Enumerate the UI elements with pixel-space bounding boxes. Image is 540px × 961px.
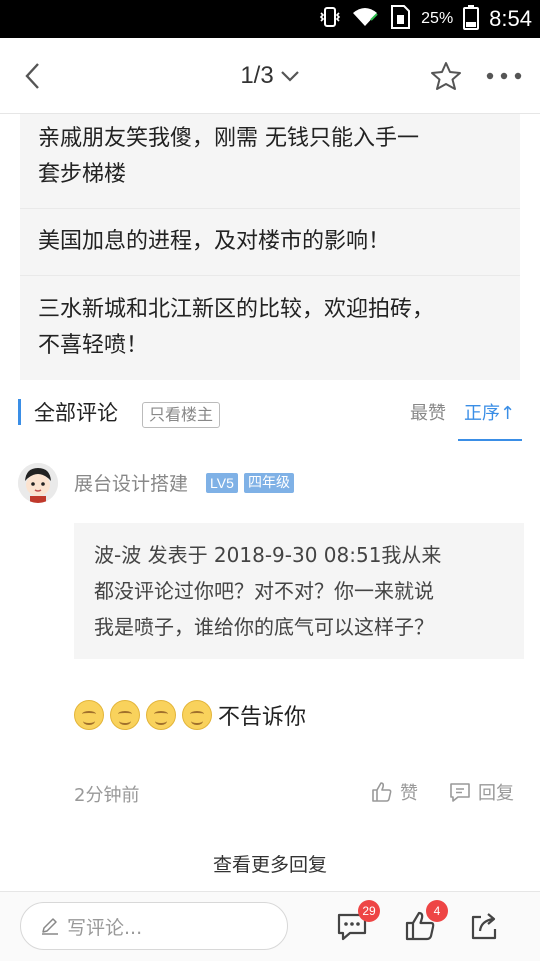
level-badge: LV5 <box>206 473 238 493</box>
quote-line: 我是喷子，谁给你的底气可以这样子？ <box>94 615 434 639</box>
related-post-title-line1: 三水新城和北江新区的比较，欢迎拍砖， <box>38 297 435 322</box>
related-post-title-line1: 亲戚朋友笑我傻，刚需 无钱只能入手一 <box>38 126 419 151</box>
write-comment-input[interactable]: 写评论... <box>20 902 288 950</box>
comment-count-badge: 29 <box>358 900 380 922</box>
wifi-icon <box>351 6 379 32</box>
related-post-item[interactable]: 美国加息的进程，及对楼市的影响！ <box>20 209 520 276</box>
page-indicator: 1/3 <box>240 61 274 89</box>
like-button[interactable]: 赞 <box>370 779 418 805</box>
battery-percent: 25% <box>421 10 454 27</box>
related-post-title-line1: 美国加息的进程，及对楼市的影响！ <box>38 229 391 254</box>
battery-icon <box>463 4 480 34</box>
status-bar: 25% 8:54 <box>0 0 540 38</box>
sort-most-liked-tab[interactable]: 最赞 <box>410 399 446 425</box>
sort-arrow-icon: ↑ <box>500 403 516 424</box>
bottom-action-bar: 写评论... 29 4 <box>0 891 540 961</box>
more-icon <box>486 72 522 80</box>
related-post-item[interactable]: 三水新城和北江新区的比较，欢迎拍砖， 不喜轻喷！ <box>20 276 520 380</box>
speech-bubble-icon <box>450 783 470 802</box>
smile-emoji-icon <box>182 700 212 730</box>
avatar[interactable] <box>18 463 58 503</box>
more-replies-link[interactable]: 查看更多回复 <box>0 850 540 877</box>
like-label: 赞 <box>400 783 418 804</box>
sort-ascending-label: 正序 <box>464 403 500 424</box>
clock: 8:54 <box>489 6 532 31</box>
like-count-badge: 4 <box>426 900 448 922</box>
favorite-button[interactable] <box>426 56 466 96</box>
reply-label: 回复 <box>478 783 514 804</box>
sim-icon <box>389 4 411 34</box>
pencil-icon <box>42 918 58 935</box>
star-icon <box>431 62 461 90</box>
top-nav-bar: 1/3 <box>0 38 540 114</box>
related-post-title-line2: 不喜轻喷！ <box>38 333 149 358</box>
share-button[interactable] <box>462 904 506 948</box>
grade-badge: 四年级 <box>244 473 294 493</box>
more-button[interactable] <box>482 56 526 96</box>
smile-emoji-icon <box>74 700 104 730</box>
thumbs-up-icon <box>372 782 392 802</box>
status-bar-right: 25% 8:54 <box>319 0 532 38</box>
smile-emoji-icon <box>146 700 176 730</box>
comment-username[interactable]: 展台设计搭建 <box>74 469 188 496</box>
related-post-item[interactable]: 亲戚朋友笑我傻，刚需 无钱只能入手一 套步梯楼 <box>20 114 520 209</box>
quoted-comment: 波-波 发表于 2018-9-30 08:51我从来 都没评论过你吧？对不对？你… <box>74 523 524 659</box>
related-posts: 亲戚朋友笑我傻，刚需 无钱只能入手一 套步梯楼 美国加息的进程，及对楼市的影响！… <box>20 114 520 380</box>
comment-time: 2分钟前 <box>74 785 140 806</box>
comments-button[interactable]: 29 <box>330 900 380 948</box>
avatar-image <box>18 463 58 503</box>
share-icon <box>471 913 497 940</box>
quote-line: 波-波 发表于 2018-9-30 08:51我从来 <box>94 543 442 567</box>
like-post-button[interactable]: 4 <box>398 900 448 948</box>
vibrate-icon <box>319 5 341 33</box>
comments-title: 全部评论 <box>34 401 118 425</box>
comments-header: 全部评论 只看楼主 最赞 正序↑ <box>0 383 540 443</box>
section-accent-bar <box>18 399 21 425</box>
reply-button[interactable]: 回复 <box>448 779 514 805</box>
quote-line: 都没评论过你吧？对不对？你一来就说 <box>94 579 434 603</box>
smile-emoji-icon <box>110 700 140 730</box>
write-comment-placeholder: 写评论... <box>67 916 143 939</box>
only-op-button[interactable]: 只看楼主 <box>142 402 221 428</box>
related-post-title-line2: 套步梯楼 <box>38 162 127 187</box>
comment-text: 不告诉你 <box>218 705 307 730</box>
active-tab-underline <box>458 439 522 441</box>
chevron-down-icon <box>280 70 299 82</box>
comment-body: 不告诉你 <box>74 699 306 731</box>
sort-ascending-tab[interactable]: 正序↑ <box>464 399 515 425</box>
